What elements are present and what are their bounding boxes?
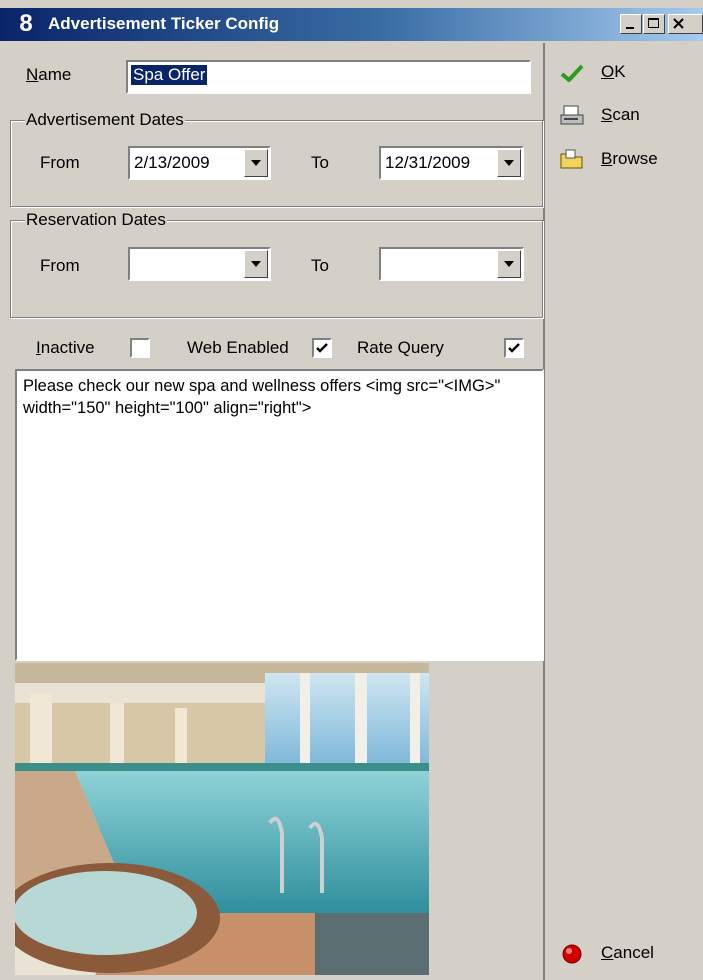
cancel-label: Cancel xyxy=(601,943,654,962)
advertisement-from-combo[interactable]: 2/13/2009 xyxy=(128,146,271,180)
ok-button[interactable]: OK xyxy=(557,58,697,88)
inactive-label: Inactive xyxy=(36,338,95,357)
reservation-from-combo[interactable] xyxy=(128,247,271,281)
description-text: Please check our new spa and wellness of… xyxy=(23,377,505,417)
advertisement-dates-group: Advertisement Dates From 2/13/2009 To 12… xyxy=(10,110,543,207)
advertisement-to-combo[interactable]: 12/31/2009 xyxy=(379,146,524,180)
reservation-to-combo[interactable] xyxy=(379,247,524,281)
ok-label: OK xyxy=(601,62,626,81)
spa-photo xyxy=(15,663,429,975)
title-bar: 8 Advertisement Ticker Config xyxy=(0,8,703,41)
window-title: Advertisement Ticker Config xyxy=(48,14,280,33)
chevron-down-icon[interactable] xyxy=(497,149,521,177)
web-enabled-label: Web Enabled xyxy=(187,338,289,357)
browse-button[interactable]: Browse xyxy=(557,145,697,175)
inactive-checkbox[interactable] xyxy=(130,338,150,358)
spa-pool-image xyxy=(15,663,429,975)
advertisement-from-label: From xyxy=(40,153,80,172)
browse-label: Browse xyxy=(601,149,658,168)
advertisement-dates-title: Advertisement Dates xyxy=(25,110,185,130)
stop-icon xyxy=(562,944,582,964)
close-icon xyxy=(673,18,684,29)
rate-query-checkbox[interactable] xyxy=(504,338,524,358)
advertisement-from-value: 2/13/2009 xyxy=(134,153,210,172)
scan-button[interactable]: Scan xyxy=(557,101,697,131)
web-enabled-checkbox[interactable] xyxy=(312,338,332,358)
cancel-button[interactable]: Cancel xyxy=(557,939,697,969)
folder-icon xyxy=(560,149,583,169)
maximize-icon xyxy=(648,18,659,28)
close-button[interactable] xyxy=(668,14,703,34)
reservation-to-label: To xyxy=(311,256,329,275)
scanner-icon xyxy=(560,105,584,125)
name-input[interactable]: Spa Offer xyxy=(126,60,531,94)
scan-label: Scan xyxy=(601,105,640,124)
minimize-icon xyxy=(626,27,634,29)
chevron-down-icon[interactable] xyxy=(244,149,268,177)
check-mark-icon xyxy=(316,343,328,353)
reservation-from-label: From xyxy=(40,256,80,275)
form-pane: Name Spa Offer Advertisement Dates From … xyxy=(10,43,545,980)
description-memo[interactable]: Please check our new spa and wellness of… xyxy=(15,369,544,661)
chevron-down-icon[interactable] xyxy=(244,250,268,278)
name-value: Spa Offer xyxy=(131,65,208,85)
chevron-down-icon[interactable] xyxy=(497,250,521,278)
check-mark-icon xyxy=(508,343,520,353)
minimize-button[interactable] xyxy=(620,14,642,34)
rate-query-label: Rate Query xyxy=(357,338,444,357)
advertisement-to-value: 12/31/2009 xyxy=(385,153,471,172)
check-icon xyxy=(560,64,584,82)
maximize-button[interactable] xyxy=(643,14,665,34)
reservation-dates-title: Reservation Dates xyxy=(25,210,167,230)
name-label: Name xyxy=(26,65,72,84)
advertisement-to-label: To xyxy=(311,153,329,172)
app-icon: 8 xyxy=(19,10,33,37)
reservation-dates-group: Reservation Dates From To xyxy=(10,210,543,318)
